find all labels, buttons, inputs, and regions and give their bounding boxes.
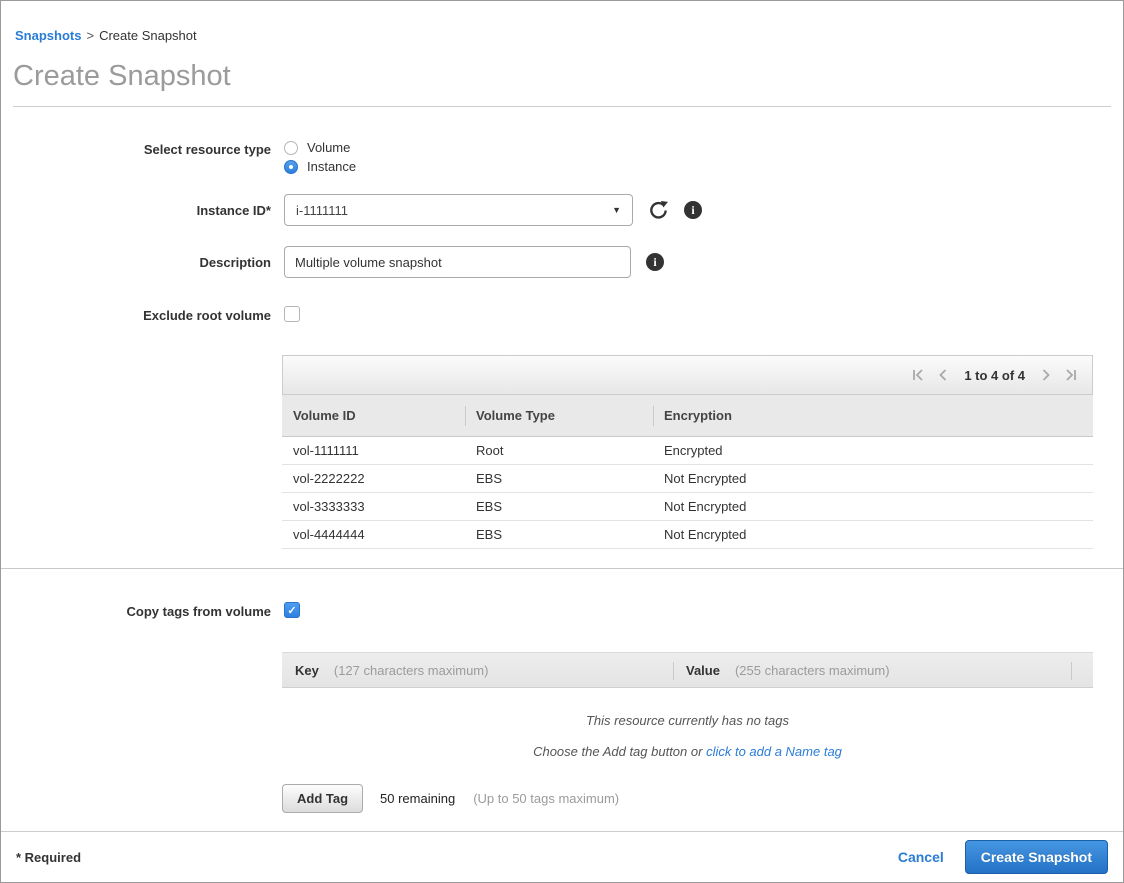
volumes-table-header: Volume ID Volume Type Encryption: [282, 395, 1093, 437]
table-row: vol-4444444 EBS Not Encrypted: [282, 521, 1093, 549]
breadcrumb: Snapshots > Create Snapshot: [1, 1, 1123, 43]
footer-bar: * Required Cancel Create Snapshot: [1, 831, 1123, 882]
column-header-volume-id: Volume ID: [282, 395, 465, 436]
radio-option-volume[interactable]: Volume: [284, 140, 356, 155]
instance-id-value: i-1111111: [296, 203, 348, 218]
tag-key-hint: (127 characters maximum): [334, 663, 489, 678]
instance-id-info-icon[interactable]: i: [684, 201, 702, 219]
encryption-cell: Not Encrypted: [653, 493, 1093, 520]
first-page-icon[interactable]: [911, 368, 925, 382]
tags-add-hint-text: Choose the Add tag button or: [533, 744, 706, 759]
instance-id-row: Instance ID* i-1111111 ▼ i: [1, 194, 1123, 226]
tag-key-header-cell: Key (127 characters maximum): [282, 653, 673, 687]
volume-id-cell: vol-3333333: [282, 493, 465, 520]
encryption-cell: Encrypted: [653, 437, 1093, 464]
tag-value-header-cell: Value (255 characters maximum): [673, 653, 1071, 687]
exclude-root-label: Exclude root volume: [1, 306, 271, 323]
refresh-icon[interactable]: [648, 200, 669, 221]
breadcrumb-snapshots-link[interactable]: Snapshots: [15, 28, 81, 43]
exclude-root-row: Exclude root volume: [1, 306, 1123, 323]
copy-tags-checkbox[interactable]: ✓: [284, 602, 300, 618]
tags-table-header: Key (127 characters maximum) Value (255 …: [282, 652, 1093, 688]
resource-type-row: Select resource type Volume Instance: [1, 140, 1123, 174]
last-page-icon[interactable]: [1064, 368, 1078, 382]
required-note: * Required: [16, 850, 81, 865]
encryption-cell: Not Encrypted: [653, 521, 1093, 548]
pagination-range: 1 to 4 of 4: [964, 368, 1025, 383]
breadcrumb-current: Create Snapshot: [99, 28, 197, 43]
section-divider: [1, 568, 1123, 569]
page-title: Create Snapshot: [13, 60, 1123, 93]
previous-page-icon[interactable]: [937, 368, 948, 382]
add-tag-button[interactable]: Add Tag: [282, 784, 363, 813]
tags-add-hint: Choose the Add tag button or click to ad…: [282, 744, 1093, 759]
volume-type-cell: Root: [465, 437, 653, 464]
add-name-tag-link[interactable]: click to add a Name tag: [706, 744, 842, 759]
title-divider: [13, 106, 1111, 107]
resource-type-options: Volume Instance: [284, 140, 356, 174]
create-snapshot-button[interactable]: Create Snapshot: [965, 840, 1108, 874]
add-tag-row: Add Tag 50 remaining (Up to 50 tags maxi…: [282, 784, 1123, 813]
resource-type-label: Select resource type: [1, 140, 271, 157]
table-row: vol-3333333 EBS Not Encrypted: [282, 493, 1093, 521]
cancel-button[interactable]: Cancel: [898, 849, 944, 865]
volumes-pagination: 1 to 4 of 4: [282, 355, 1093, 395]
column-header-volume-type: Volume Type: [465, 395, 653, 436]
tag-value-header: Value: [686, 663, 720, 678]
radio-option-instance[interactable]: Instance: [284, 159, 356, 174]
description-info-icon[interactable]: i: [646, 253, 664, 271]
next-page-icon[interactable]: [1041, 368, 1052, 382]
volumes-table: 1 to 4 of 4 Volume ID Volume Type Encryp…: [282, 355, 1093, 549]
volume-type-cell: EBS: [465, 493, 653, 520]
copy-tags-row: Copy tags from volume ✓: [1, 602, 1123, 619]
tag-value-hint: (255 characters maximum): [735, 663, 890, 678]
volume-type-cell: EBS: [465, 465, 653, 492]
tags-empty-message: This resource currently has no tags: [282, 713, 1093, 728]
volume-radio-label: Volume: [307, 140, 350, 155]
description-label: Description: [1, 246, 271, 270]
encryption-cell: Not Encrypted: [653, 465, 1093, 492]
instance-id-label: Instance ID*: [1, 194, 271, 218]
column-header-encryption: Encryption: [653, 395, 1093, 436]
instance-radio-label: Instance: [307, 159, 356, 174]
instance-id-select[interactable]: i-1111111 ▼: [284, 194, 633, 226]
instance-radio[interactable]: [284, 160, 298, 174]
create-snapshot-page: Snapshots > Create Snapshot Create Snapsho…: [0, 0, 1124, 883]
volume-radio[interactable]: [284, 141, 298, 155]
table-row: vol-1111111 Root Encrypted: [282, 437, 1093, 465]
volume-id-cell: vol-1111111: [282, 437, 465, 464]
volume-id-cell: vol-4444444: [282, 521, 465, 548]
copy-tags-label: Copy tags from volume: [1, 602, 271, 619]
tags-remaining-count: 50 remaining: [380, 791, 455, 806]
volume-type-cell: EBS: [465, 521, 653, 548]
tag-actions-header-cell: [1071, 653, 1093, 687]
exclude-root-checkbox[interactable]: [284, 306, 300, 322]
volume-id-cell: vol-2222222: [282, 465, 465, 492]
description-row: Description i: [1, 246, 1123, 278]
breadcrumb-separator: >: [86, 28, 94, 43]
tag-key-header: Key: [295, 663, 319, 678]
tags-maximum-note: (Up to 50 tags maximum): [473, 791, 619, 806]
table-row: vol-2222222 EBS Not Encrypted: [282, 465, 1093, 493]
description-input[interactable]: [284, 246, 631, 278]
chevron-down-icon: ▼: [612, 205, 621, 215]
